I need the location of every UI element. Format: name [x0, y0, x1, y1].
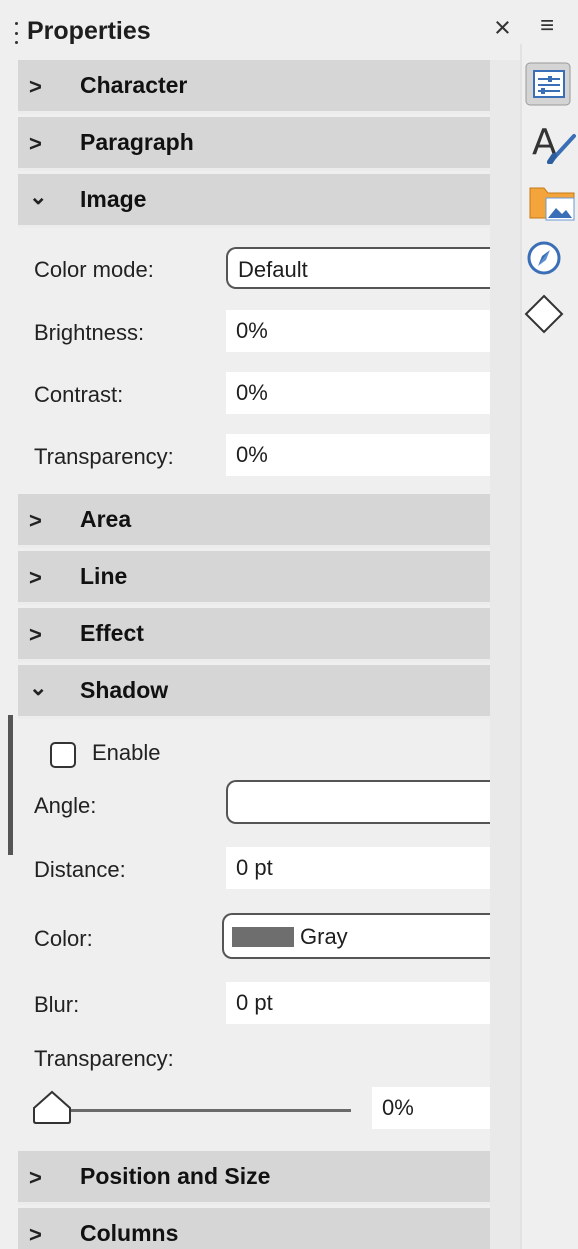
section-label: Area: [80, 506, 132, 532]
shadow-transparency-label: Transparency:: [34, 1046, 174, 1071]
section-label: Image: [80, 186, 147, 212]
chevron-right-icon: >: [29, 74, 42, 99]
section-label: Paragraph: [80, 129, 194, 155]
properties-icon[interactable]: [524, 62, 578, 108]
navigator-icon[interactable]: [524, 236, 578, 282]
section-columns[interactable]: > Columns: [18, 1208, 490, 1249]
section-line[interactable]: > Line: [18, 551, 490, 605]
angle-label: Angle:: [34, 793, 97, 818]
image-transparency-field[interactable]: 0%: [226, 434, 490, 476]
chevron-right-icon: >: [29, 1165, 42, 1190]
section-paragraph[interactable]: > Paragraph: [18, 117, 490, 171]
color-name: Gray: [300, 924, 348, 950]
sidebar-menu-icon[interactable]: ≡: [540, 14, 554, 38]
section-area[interactable]: > Area: [18, 494, 490, 548]
brightness-field[interactable]: 0%: [226, 310, 490, 352]
color-swatch: [232, 927, 294, 948]
transparency-slider-track[interactable]: [45, 1109, 351, 1112]
panel-scroll-gutter: [490, 60, 520, 1249]
shadow-color-dropdown[interactable]: Gray: [222, 913, 490, 959]
blur-label: Blur:: [34, 992, 80, 1017]
section-label: Columns: [80, 1220, 179, 1246]
transparency-value-field[interactable]: 0%: [372, 1087, 490, 1129]
section-effect[interactable]: > Effect: [18, 608, 490, 662]
brightness-label: Brightness:: [34, 320, 145, 345]
enable-checkbox[interactable]: [50, 742, 76, 768]
image-transparency-label: Transparency:: [34, 444, 174, 469]
drag-grip-icon[interactable]: [15, 22, 19, 44]
chevron-right-icon: >: [29, 508, 42, 533]
gallery-icon[interactable]: [524, 178, 578, 224]
distance-label: Distance:: [34, 857, 126, 882]
section-label: Line: [80, 563, 128, 589]
section-label: Position and Size: [80, 1163, 271, 1189]
shadow-color-label: Color:: [34, 926, 93, 951]
chevron-down-icon: ⌄: [29, 184, 48, 209]
section-character[interactable]: > Character: [18, 60, 490, 114]
blur-field[interactable]: 0 pt: [226, 982, 490, 1024]
color-mode-label: Color mode:: [34, 257, 154, 282]
chevron-right-icon: >: [29, 1222, 42, 1247]
section-label: Effect: [80, 620, 144, 646]
sidebar-separator: [520, 44, 522, 1249]
close-icon[interactable]: ×: [494, 14, 511, 43]
section-image[interactable]: ⌄ Image: [18, 174, 490, 228]
contrast-field[interactable]: 0%: [226, 372, 490, 414]
section-label: Character: [80, 72, 188, 98]
distance-field[interactable]: 0 pt: [226, 847, 490, 889]
section-position-and-size[interactable]: > Position and Size: [18, 1151, 490, 1205]
styles-icon[interactable]: A: [524, 118, 578, 165]
enable-label: Enable: [92, 740, 161, 765]
color-mode-dropdown[interactable]: Default: [226, 247, 490, 289]
section-label: Shadow: [80, 677, 169, 703]
chevron-right-icon: >: [29, 131, 42, 156]
resize-handle[interactable]: [8, 715, 13, 855]
section-shadow[interactable]: ⌄ Shadow: [18, 665, 490, 719]
panel-title: Properties: [27, 17, 151, 45]
chevron-right-icon: >: [29, 622, 42, 647]
transparency-slider-thumb[interactable]: [31, 1088, 73, 1126]
chevron-down-icon: ⌄: [29, 675, 48, 700]
contrast-label: Contrast:: [34, 382, 124, 407]
shapes-icon[interactable]: [524, 292, 578, 338]
chevron-right-icon: >: [29, 565, 42, 590]
angle-combobox[interactable]: [226, 780, 490, 824]
